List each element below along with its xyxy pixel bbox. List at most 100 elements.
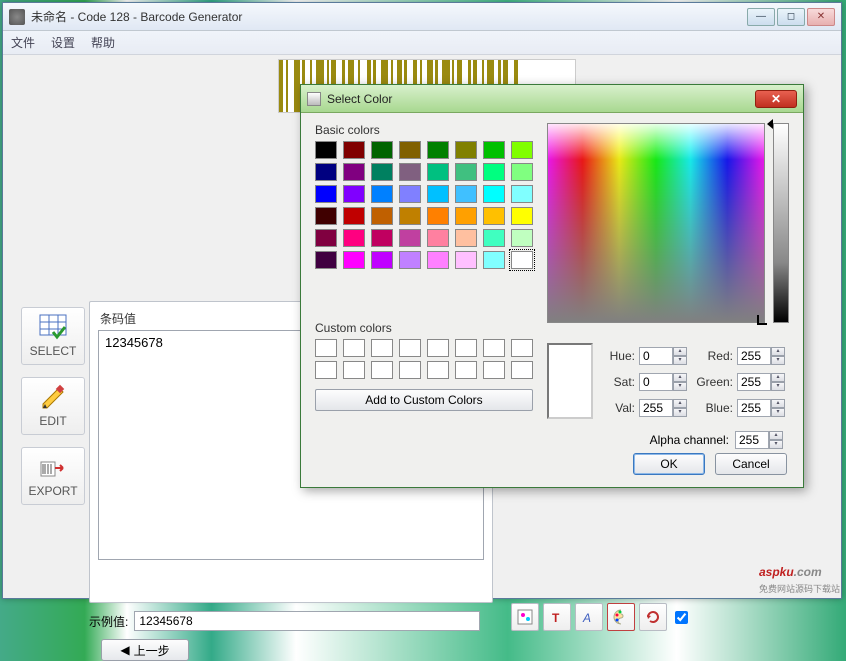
spin-down-icon[interactable]: ▾: [673, 382, 687, 391]
basic-swatch[interactable]: [483, 251, 505, 269]
select-tool-button[interactable]: SELECT: [21, 307, 85, 365]
basic-swatch[interactable]: [399, 229, 421, 247]
ok-button[interactable]: OK: [633, 453, 705, 475]
basic-swatch[interactable]: [315, 207, 337, 225]
basic-swatch[interactable]: [399, 141, 421, 159]
custom-swatch[interactable]: [483, 361, 505, 379]
basic-swatch[interactable]: [343, 207, 365, 225]
spin-down-icon[interactable]: ▾: [771, 408, 785, 417]
palette-tool[interactable]: [607, 603, 635, 631]
basic-swatch[interactable]: [427, 185, 449, 203]
basic-swatch[interactable]: [343, 251, 365, 269]
dialog-close-button[interactable]: ✕: [755, 90, 797, 108]
maximize-button[interactable]: ◻: [777, 8, 805, 26]
basic-swatch[interactable]: [427, 229, 449, 247]
basic-swatch[interactable]: [483, 229, 505, 247]
add-custom-colors-button[interactable]: Add to Custom Colors: [315, 389, 533, 411]
basic-swatch[interactable]: [343, 163, 365, 181]
basic-swatch[interactable]: [399, 185, 421, 203]
menu-settings[interactable]: 设置: [51, 34, 75, 51]
custom-swatch[interactable]: [427, 361, 449, 379]
spin-up-icon[interactable]: ▴: [673, 347, 687, 356]
spin-up-icon[interactable]: ▴: [769, 431, 783, 440]
basic-swatch[interactable]: [511, 141, 533, 159]
custom-swatch[interactable]: [343, 339, 365, 357]
color-tool-1[interactable]: [511, 603, 539, 631]
basic-swatch[interactable]: [511, 207, 533, 225]
basic-swatch[interactable]: [483, 141, 505, 159]
basic-swatch[interactable]: [315, 229, 337, 247]
basic-swatch[interactable]: [371, 163, 393, 181]
basic-swatch[interactable]: [343, 229, 365, 247]
red-input[interactable]: [737, 347, 771, 365]
basic-swatch[interactable]: [455, 207, 477, 225]
spin-down-icon[interactable]: ▾: [673, 356, 687, 365]
basic-swatch[interactable]: [371, 185, 393, 203]
example-input[interactable]: [134, 611, 480, 631]
font-tool[interactable]: A: [575, 603, 603, 631]
basic-swatch[interactable]: [511, 229, 533, 247]
custom-swatch[interactable]: [455, 339, 477, 357]
custom-swatch[interactable]: [455, 361, 477, 379]
previous-button[interactable]: ◀ 上一步: [101, 639, 189, 661]
basic-swatch[interactable]: [427, 141, 449, 159]
basic-swatch[interactable]: [315, 163, 337, 181]
basic-swatch[interactable]: [483, 207, 505, 225]
basic-swatch[interactable]: [427, 207, 449, 225]
minimize-button[interactable]: —: [747, 8, 775, 26]
alpha-input[interactable]: [735, 431, 769, 449]
spin-up-icon[interactable]: ▴: [673, 373, 687, 382]
sat-input[interactable]: [639, 373, 673, 391]
basic-swatch[interactable]: [455, 185, 477, 203]
basic-swatch[interactable]: [343, 141, 365, 159]
basic-swatch[interactable]: [511, 185, 533, 203]
cancel-button[interactable]: Cancel: [715, 453, 787, 475]
custom-swatch[interactable]: [371, 361, 393, 379]
spin-up-icon[interactable]: ▴: [771, 399, 785, 408]
hue-input[interactable]: [639, 347, 673, 365]
basic-swatch[interactable]: [371, 251, 393, 269]
blue-input[interactable]: [737, 399, 771, 417]
basic-swatch[interactable]: [399, 163, 421, 181]
spin-up-icon[interactable]: ▴: [673, 399, 687, 408]
spin-down-icon[interactable]: ▾: [769, 440, 783, 449]
basic-swatch[interactable]: [455, 163, 477, 181]
basic-swatch[interactable]: [511, 251, 533, 269]
spin-down-icon[interactable]: ▾: [771, 356, 785, 365]
basic-swatch[interactable]: [455, 229, 477, 247]
basic-swatch[interactable]: [427, 163, 449, 181]
basic-swatch[interactable]: [315, 185, 337, 203]
custom-swatch[interactable]: [511, 339, 533, 357]
basic-swatch[interactable]: [399, 251, 421, 269]
custom-swatch[interactable]: [511, 361, 533, 379]
val-input[interactable]: [639, 399, 673, 417]
custom-swatch[interactable]: [371, 339, 393, 357]
value-slider[interactable]: [773, 123, 789, 323]
spin-up-icon[interactable]: ▴: [771, 347, 785, 356]
custom-swatch[interactable]: [343, 361, 365, 379]
basic-swatch[interactable]: [371, 207, 393, 225]
export-tool-button[interactable]: EXPORT: [21, 447, 85, 505]
basic-swatch[interactable]: [399, 207, 421, 225]
edit-tool-button[interactable]: EDIT: [21, 377, 85, 435]
basic-swatch[interactable]: [371, 229, 393, 247]
basic-swatch[interactable]: [511, 163, 533, 181]
custom-swatch[interactable]: [483, 339, 505, 357]
spin-down-icon[interactable]: ▾: [771, 382, 785, 391]
basic-swatch[interactable]: [315, 251, 337, 269]
color-gradient-picker[interactable]: [547, 123, 765, 323]
custom-swatch[interactable]: [315, 361, 337, 379]
menu-file[interactable]: 文件: [11, 34, 35, 51]
spin-down-icon[interactable]: ▾: [673, 408, 687, 417]
refresh-tool[interactable]: [639, 603, 667, 631]
toggle-checkbox[interactable]: [675, 611, 688, 624]
basic-swatch[interactable]: [483, 185, 505, 203]
custom-swatch[interactable]: [427, 339, 449, 357]
basic-swatch[interactable]: [343, 185, 365, 203]
close-button[interactable]: ✕: [807, 8, 835, 26]
basic-swatch[interactable]: [371, 141, 393, 159]
custom-swatch[interactable]: [399, 361, 421, 379]
basic-swatch[interactable]: [455, 251, 477, 269]
custom-swatch[interactable]: [399, 339, 421, 357]
spin-up-icon[interactable]: ▴: [771, 373, 785, 382]
